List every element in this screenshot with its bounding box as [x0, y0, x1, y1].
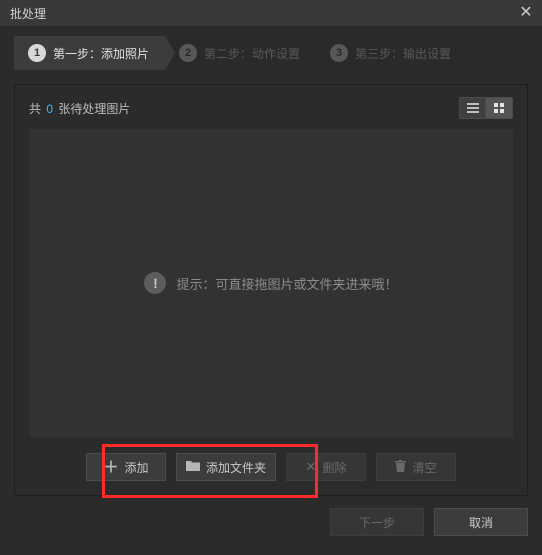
- view-toggle: [459, 97, 513, 119]
- count-prefix: 共: [29, 102, 44, 116]
- close-icon: ✕: [519, 5, 532, 21]
- next-label: 下一步: [359, 514, 395, 531]
- clear-button[interactable]: 清空: [376, 453, 456, 481]
- add-folder-label: 添加文件夹: [206, 459, 266, 476]
- step-badge: 2: [179, 44, 197, 62]
- step-1-tab[interactable]: 1 第一步：添加照片: [14, 36, 165, 70]
- window-title: 批处理: [10, 5, 46, 22]
- count-suffix: 张待处理图片: [55, 102, 130, 116]
- grid-view-button[interactable]: [486, 98, 512, 118]
- panel-header: 共 0 张待处理图片: [29, 97, 513, 119]
- step-3-tab[interactable]: 3 第三步：输出设置: [316, 36, 467, 70]
- titlebar: 批处理 ✕: [0, 0, 542, 26]
- pending-count: 共 0 张待处理图片: [29, 100, 130, 117]
- batch-window: 批处理 ✕ 1 第一步：添加照片 2 第二步：动作设置 3 第三步：输出设置 共…: [0, 0, 542, 555]
- step-badge: 1: [28, 44, 46, 62]
- close-button[interactable]: ✕: [510, 0, 542, 26]
- add-button-label: 添加: [125, 459, 149, 476]
- add-button[interactable]: ＋ 添加: [86, 453, 166, 481]
- cancel-label: 取消: [469, 514, 493, 531]
- cancel-button[interactable]: 取消: [434, 508, 528, 536]
- list-icon: [467, 103, 479, 113]
- delete-button[interactable]: ✕ 删除: [286, 453, 366, 481]
- next-button[interactable]: 下一步: [330, 508, 424, 536]
- step-label: 第三步：输出设置: [355, 45, 451, 62]
- content-panel: 共 0 张待处理图片: [14, 84, 528, 496]
- step-tabs: 1 第一步：添加照片 2 第二步：动作设置 3 第三步：输出设置: [14, 36, 528, 70]
- delete-icon: ✕: [306, 459, 317, 475]
- clear-label: 清空: [412, 459, 436, 476]
- drop-hint-text: 提示：可直接拖图片或文件夹进来哦！: [176, 274, 397, 293]
- delete-label: 删除: [322, 459, 346, 476]
- list-view-button[interactable]: [460, 98, 486, 118]
- footer: 下一步 取消: [0, 496, 542, 536]
- info-icon: !: [144, 272, 166, 294]
- trash-icon: [395, 460, 406, 475]
- drop-area[interactable]: ! 提示：可直接拖图片或文件夹进来哦！: [29, 129, 513, 437]
- step-2-tab[interactable]: 2 第二步：动作设置: [165, 36, 316, 70]
- grid-icon: [494, 103, 504, 113]
- plus-icon: ＋: [103, 460, 118, 475]
- add-folder-button[interactable]: 添加文件夹: [176, 453, 276, 481]
- step-badge: 3: [330, 44, 348, 62]
- action-row: ＋ 添加 添加文件夹 ✕ 删除 清空: [29, 453, 513, 481]
- count-value: 0: [44, 102, 55, 116]
- step-label: 第一步：添加照片: [53, 45, 149, 62]
- folder-icon: [186, 460, 200, 474]
- step-label: 第二步：动作设置: [204, 45, 300, 62]
